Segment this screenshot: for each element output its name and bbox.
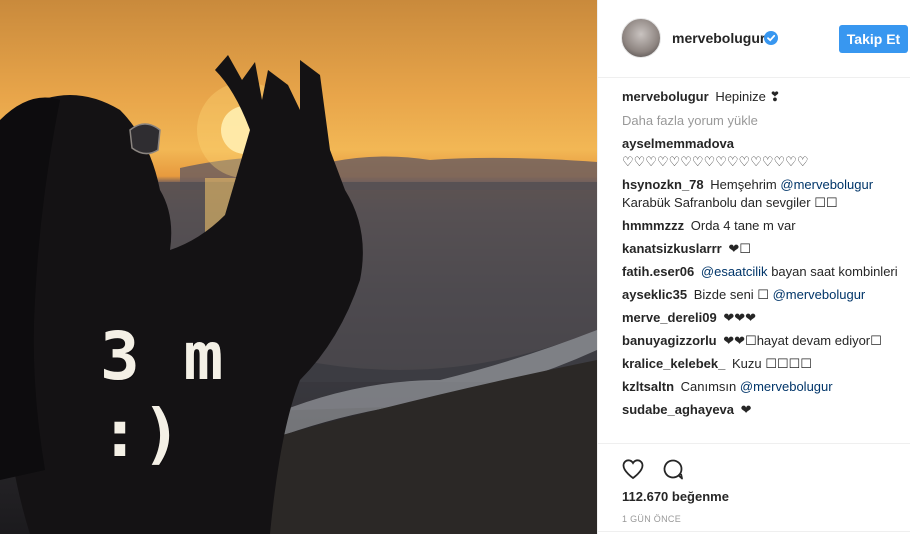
- header-username[interactable]: mervebolugur: [672, 30, 765, 46]
- comment-username[interactable]: ayseklic35: [622, 287, 687, 302]
- comment-item: ayseklic35 Bizde seni ☐ @mervebolugur: [622, 286, 902, 304]
- comment-text: ❤❤❤: [723, 310, 756, 325]
- comment-username[interactable]: kanatsizkuslarrr: [622, 241, 722, 256]
- caption-username[interactable]: mervebolugur: [622, 89, 709, 104]
- post-photo[interactable]: 3 m :): [0, 0, 597, 534]
- follow-button[interactable]: Takip Et: [839, 25, 908, 53]
- comment-username[interactable]: hmmmzzz: [622, 218, 684, 233]
- comment-item: kralice_kelebek_ Kuzu ☐☐☐☐: [622, 355, 902, 373]
- comment-username[interactable]: kzltsaltn: [622, 379, 674, 394]
- comment-username[interactable]: ayselmemmadova: [622, 136, 734, 151]
- post-timestamp[interactable]: 1 GÜN ÖNCE: [622, 514, 681, 524]
- comments-list: mervebolugur Hepinize ❣ Daha fazla yorum…: [622, 88, 902, 424]
- comment-text: ❤☐: [728, 241, 751, 256]
- comment-text: Kuzu ☐☐☐☐: [732, 356, 812, 371]
- post-actions: 112.670 beğenme 1 GÜN ÖNCE: [598, 443, 910, 532]
- comment-mention-link[interactable]: @esaatcilik: [701, 264, 768, 279]
- comment-item: kzltsaltn Canımsın @mervebolugur: [622, 378, 902, 396]
- comment-username[interactable]: sudabe_aghayeva: [622, 402, 734, 417]
- comment-mention-link[interactable]: @mervebolugur: [780, 177, 873, 192]
- comment-item: banuyagizzorlu ❤❤☐hayat devam ediyor☐: [622, 332, 902, 350]
- comment-username[interactable]: fatih.eser06: [622, 264, 694, 279]
- post-header: mervebolugur Takip Et: [598, 0, 910, 78]
- comment-text: ♡♡♡♡♡♡♡♡♡♡♡♡♡♡♡♡: [622, 154, 809, 169]
- post-side-panel: mervebolugur Takip Et mervebolugur Hepin…: [597, 0, 910, 534]
- comment-username[interactable]: merve_dereli09: [622, 310, 717, 325]
- comment-username[interactable]: banuyagizzorlu: [622, 333, 717, 348]
- heart-icon[interactable]: [621, 457, 645, 481]
- comment-text: Orda 4 tane m var: [690, 218, 796, 233]
- comment-item: sudabe_aghayeva ❤: [622, 401, 902, 419]
- comment-text: Hemşehrim: [710, 177, 777, 192]
- comment-item: merve_dereli09 ❤❤❤: [622, 309, 902, 327]
- comment-text-continued: bayan saat kombinleri: [771, 264, 898, 279]
- like-count[interactable]: 112.670 beğenme: [622, 489, 729, 504]
- verified-badge-icon: [764, 31, 778, 45]
- comment-text-continued: Karabük Safranbolu dan sevgiler ☐☐: [622, 195, 838, 210]
- comment-username[interactable]: hsynozkn_78: [622, 177, 704, 192]
- comment-text: ❤: [740, 402, 752, 417]
- comment-item: fatih.eser06 @esaatcilik bayan saat komb…: [622, 263, 902, 281]
- load-more-comments-link[interactable]: Daha fazla yorum yükle: [622, 113, 902, 128]
- comment-icon[interactable]: [661, 457, 685, 481]
- comment-mention-link[interactable]: @mervebolugur: [740, 379, 833, 394]
- post-caption: mervebolugur Hepinize ❣: [622, 88, 902, 106]
- comment-item: hsynozkn_78 Hemşehrim @mervebolugur Kara…: [622, 176, 902, 212]
- comment-item: kanatsizkuslarrr ❤☐: [622, 240, 902, 258]
- photo-overlay-text: 3 m :): [100, 318, 226, 472]
- avatar[interactable]: [621, 18, 661, 58]
- caption-text: Hepinize ❣: [715, 89, 781, 104]
- comment-username[interactable]: kralice_kelebek_: [622, 356, 725, 371]
- comment-item: hmmmzzz Orda 4 tane m var: [622, 217, 902, 235]
- divider: [598, 531, 910, 532]
- comment-text: Bizde seni ☐: [693, 287, 769, 302]
- comment-text: Canımsın: [680, 379, 737, 394]
- comment-text: ❤❤☐hayat devam ediyor☐: [723, 333, 882, 348]
- comment-item: ayselmemmadova ♡♡♡♡♡♡♡♡♡♡♡♡♡♡♡♡: [622, 135, 902, 171]
- comment-mention-link[interactable]: @mervebolugur: [773, 287, 866, 302]
